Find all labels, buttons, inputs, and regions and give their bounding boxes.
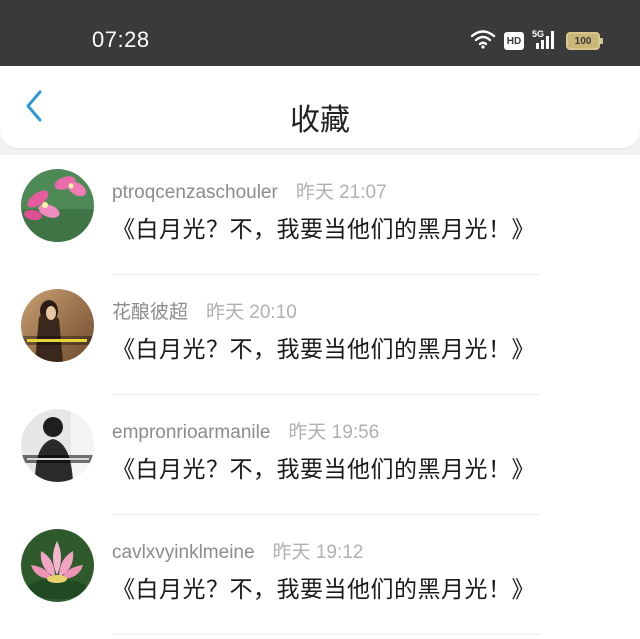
username[interactable]: empronrioarmanile [112,422,270,444]
favorite-content[interactable]: 《白月光？不，我要当他们的黑月光！》 [112,450,535,484]
girl-portrait-avatar[interactable] [21,289,94,362]
timestamp: 昨天 19:56 [288,422,380,443]
favorite-content[interactable]: 《白月光？不，我要当他们的黑月光！》 [112,210,535,244]
lotus-avatar[interactable] [21,529,94,602]
timestamp: 昨天 21:07 [295,182,387,203]
timestamp: 昨天 20:10 [206,302,297,323]
status-bar: 07:28 HD 5G 100 [0,0,640,66]
divider [112,634,540,635]
favorite-content[interactable]: 《白月光？不，我要当他们的黑月光！》 [112,570,535,604]
item-meta: 花酿彼超 昨天 20:10 [112,297,297,324]
pink-flower-avatar[interactable] [21,169,94,242]
item-meta: ptroqcenzaschouler 昨天 21:07 [112,177,387,204]
item-meta: empronrioarmanile 昨天 19:56 [112,417,379,444]
username[interactable]: ptroqcenzaschouler [112,182,278,204]
battery-icon: 100 [566,32,603,50]
hd-icon: HD [504,32,524,50]
network-label: 5G [532,29,544,39]
favorite-item[interactable]: 花酿彼超 昨天 20:10 《白月光？不，我要当他们的黑月光！》 [0,275,640,395]
favorite-item[interactable]: ptroqcenzaschouler 昨天 21:07 《白月光？不，我要当他们… [0,155,640,275]
item-meta: cavlxvyinklmeine 昨天 19:12 [112,537,363,564]
monochrome-person-avatar[interactable] [21,409,94,482]
signal-5g-icon: 5G [532,28,558,54]
favorite-content[interactable]: 《白月光？不，我要当他们的黑月光！》 [112,330,535,364]
wifi-icon [470,29,496,53]
username[interactable]: cavlxvyinklmeine [112,542,255,564]
favorite-item[interactable]: empronrioarmanile 昨天 19:56 《白月光？不，我要当他们的… [0,395,640,515]
favorites-list: ptroqcenzaschouler 昨天 21:07 《白月光？不，我要当他们… [0,155,640,639]
nav-bar: 收藏 [0,66,640,148]
status-icons: HD 5G 100 [470,28,603,54]
timestamp: 昨天 19:12 [272,542,364,563]
page-title: 收藏 [290,103,350,138]
status-time: 07:28 [92,27,150,52]
username[interactable]: 花酿彼超 [112,297,188,324]
favorite-item[interactable]: cavlxvyinklmeine 昨天 19:12 《白月光？不，我要当他们的黑… [0,515,640,635]
